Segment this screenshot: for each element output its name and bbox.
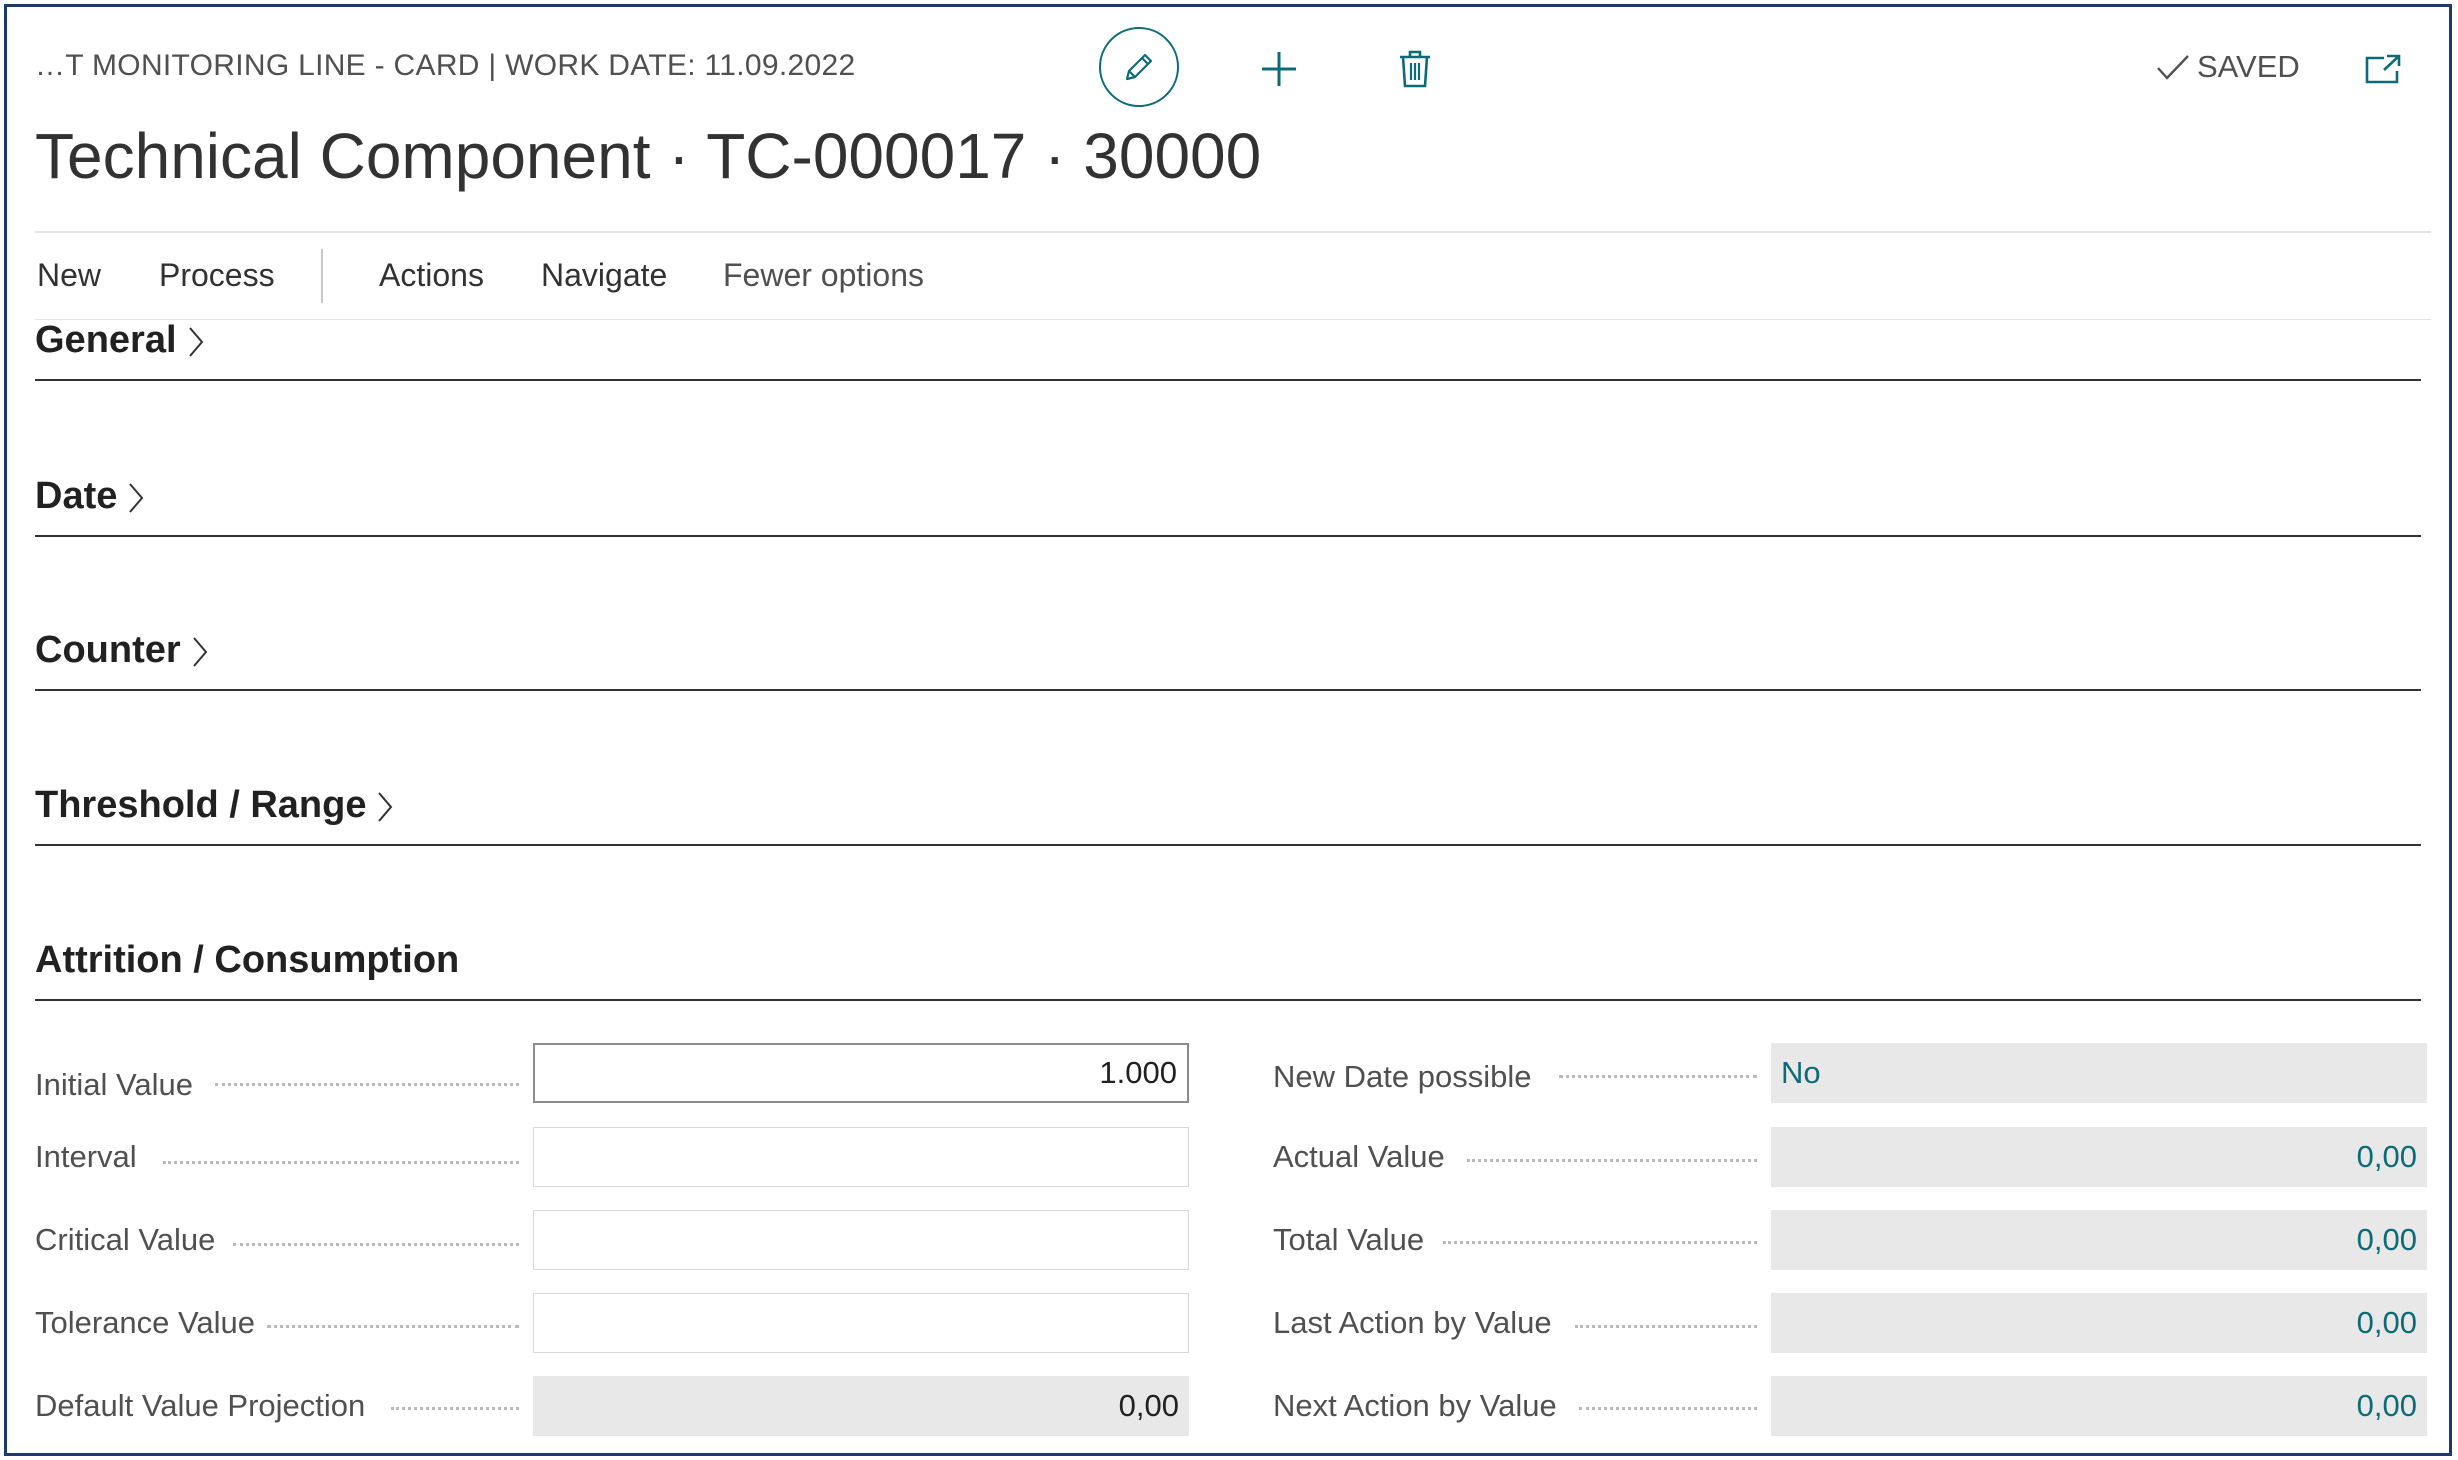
open-in-new-window-button[interactable] <box>2363 51 2403 87</box>
page-frame: …T MONITORING LINE - CARD | WORK DATE: 1… <box>4 4 2452 1456</box>
check-icon <box>2157 55 2189 80</box>
field-label-critical-value: Critical Value <box>35 1222 216 1257</box>
header-divider <box>35 231 2431 233</box>
chevron-right-icon <box>187 325 205 359</box>
field-label-total-value: Total Value <box>1273 1222 1425 1257</box>
chevron-right-icon <box>376 790 394 824</box>
tolerance-value-input[interactable] <box>533 1293 1189 1353</box>
fasttab-threshold-range[interactable]: Threshold / Range <box>35 784 2421 846</box>
edit-pencil-icon <box>1125 53 1153 81</box>
fasttab-counter-label: Counter <box>35 629 181 671</box>
field-label-new-date-possible: New Date possible <box>1273 1059 1532 1094</box>
field-label-initial-value: Initial Value <box>35 1067 193 1102</box>
total-value-field[interactable]: 0,00 <box>1771 1210 2427 1270</box>
initial-value-input[interactable]: 1.000 <box>533 1043 1189 1103</box>
action-new[interactable]: New <box>37 257 101 294</box>
field-label-next-action-by-value: Next Action by Value <box>1273 1388 1557 1423</box>
fasttab-attrition-label: Attrition / Consumption <box>35 939 460 981</box>
action-bar-separator <box>321 249 323 303</box>
field-label-default-value-projection: Default Value Projection <box>35 1388 366 1423</box>
label-leader-dots <box>391 1407 519 1410</box>
label-leader-dots <box>1559 1075 1757 1078</box>
action-fewer-options[interactable]: Fewer options <box>723 257 924 294</box>
next-action-by-value-field[interactable]: 0,00 <box>1771 1376 2427 1436</box>
label-leader-dots <box>1443 1241 1757 1244</box>
saved-status: SAVED <box>2155 49 2300 85</box>
field-label-actual-value: Actual Value <box>1273 1139 1445 1174</box>
fasttab-threshold-label: Threshold / Range <box>35 784 367 826</box>
plus-icon <box>1262 52 1296 86</box>
chevron-right-icon <box>127 481 145 515</box>
label-leader-dots <box>1575 1325 1757 1328</box>
label-leader-dots <box>163 1161 519 1164</box>
page-title: Technical Component · TC-000017 · 30000 <box>35 120 1262 192</box>
fasttab-general[interactable]: General <box>35 319 2421 381</box>
fasttab-attrition-consumption[interactable]: Attrition / Consumption <box>35 939 2421 1001</box>
label-leader-dots <box>1579 1407 1757 1410</box>
fasttab-date-label: Date <box>35 475 118 517</box>
interval-input[interactable] <box>533 1127 1189 1187</box>
saved-status-label: SAVED <box>2197 49 2300 84</box>
default-value-projection-field: 0,00 <box>533 1376 1189 1436</box>
action-navigate[interactable]: Navigate <box>541 257 667 294</box>
action-process[interactable]: Process <box>159 257 275 294</box>
delete-button[interactable] <box>1395 47 1435 91</box>
breadcrumb[interactable]: …T MONITORING LINE - CARD | WORK DATE: 1… <box>35 49 855 83</box>
label-leader-dots <box>233 1243 519 1246</box>
label-leader-dots <box>267 1325 519 1328</box>
trash-icon <box>1400 50 1430 88</box>
field-label-last-action-by-value: Last Action by Value <box>1273 1305 1552 1340</box>
open-in-new-window-icon <box>2365 54 2401 84</box>
fasttab-date[interactable]: Date <box>35 475 2421 537</box>
label-leader-dots <box>215 1083 519 1086</box>
critical-value-input[interactable] <box>533 1210 1189 1270</box>
fasttab-counter[interactable]: Counter <box>35 629 2421 691</box>
action-actions[interactable]: Actions <box>379 257 484 294</box>
edit-button[interactable] <box>1099 27 1179 107</box>
fasttab-general-label: General <box>35 319 177 361</box>
new-date-possible-field[interactable]: No <box>1771 1043 2427 1103</box>
label-leader-dots <box>1467 1159 1757 1162</box>
field-label-interval: Interval <box>35 1139 137 1174</box>
add-button[interactable] <box>1257 47 1301 91</box>
chevron-right-icon <box>191 635 209 669</box>
action-bar: New Process Actions Navigate Fewer optio… <box>7 257 2449 305</box>
field-label-tolerance-value: Tolerance Value <box>35 1305 256 1340</box>
actual-value-field[interactable]: 0,00 <box>1771 1127 2427 1187</box>
last-action-by-value-field[interactable]: 0,00 <box>1771 1293 2427 1353</box>
